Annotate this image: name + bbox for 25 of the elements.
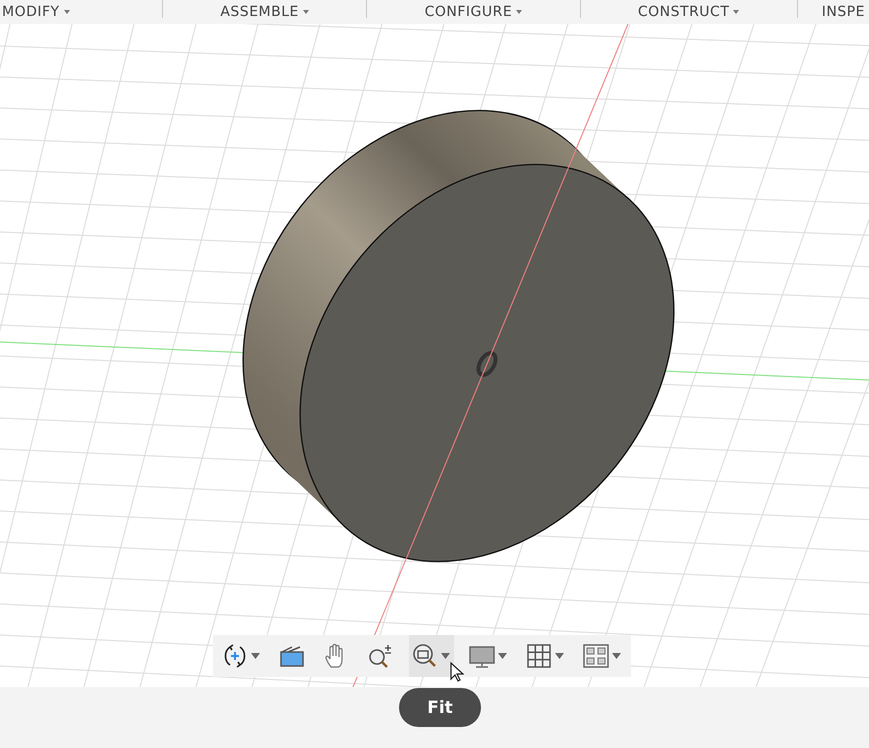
pointer-icon: [450, 662, 464, 682]
viewports-button[interactable]: [582, 642, 610, 670]
viewports-icon: [582, 642, 610, 670]
caret-icon: [612, 653, 621, 659]
dropdown-button[interactable]: [610, 653, 623, 659]
caret-icon: [251, 653, 260, 659]
grid-icon: [524, 642, 553, 670]
dropdown-button[interactable]: [249, 653, 262, 659]
menu-tab[interactable]: CONSTRUCT: [580, 0, 797, 24]
caret-icon: [733, 10, 740, 14]
dropdown-button[interactable]: [438, 653, 452, 659]
dropdown-button[interactable]: [496, 653, 509, 659]
menu-tab[interactable]: INSPE: [822, 0, 866, 24]
caret-icon: [516, 10, 522, 14]
caret-icon: [440, 653, 450, 659]
caret-icon: [302, 10, 309, 14]
dropdown-button[interactable]: [552, 653, 566, 659]
menu-tab[interactable]: CONFIGURE: [367, 0, 580, 24]
caret-icon: [554, 653, 564, 659]
grid-button[interactable]: [524, 642, 553, 670]
caret-icon: [64, 10, 70, 14]
menu-tab[interactable]: MODIFY: [2, 0, 162, 24]
tooltip: Fit: [399, 688, 481, 727]
menu-tab[interactable]: ASSEMBLE: [163, 0, 366, 24]
caret-icon: [498, 653, 507, 659]
